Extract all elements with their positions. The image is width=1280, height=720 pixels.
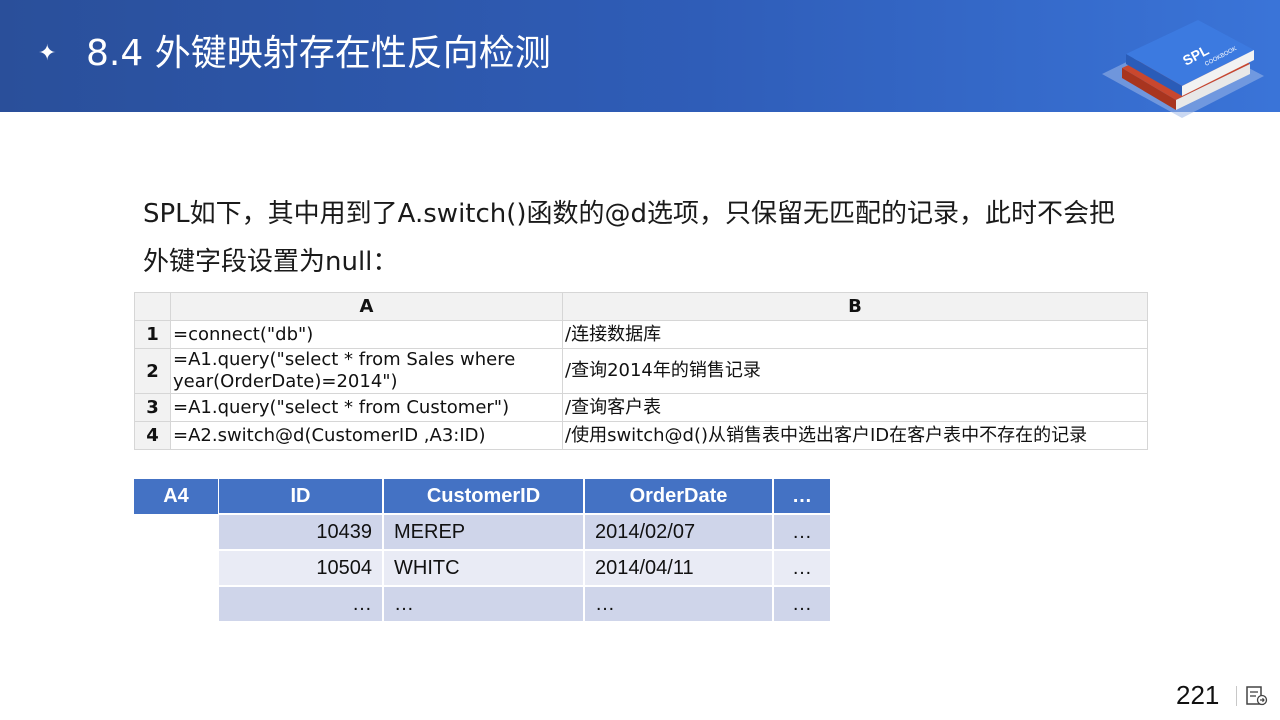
grid-row-number: 3 [134, 393, 171, 422]
page-number: 221 [1176, 680, 1220, 710]
intro-line-1: SPL如下，其中用到了A.switch()函数的@d选项，只保留无匹配的记录，此… [143, 199, 1116, 229]
grid-row: 4 =A2.switch@d(CustomerID ,A3:ID) /使用swi… [134, 421, 1148, 450]
grid-cell-a4[interactable]: =A2.switch@d(CustomerID ,A3:ID) [170, 421, 563, 450]
result-table: ID CustomerID OrderDate … 10439 MEREP 20… [217, 479, 832, 623]
grid-cell-b1[interactable]: /连接数据库 [562, 320, 1148, 349]
slide-title: 8.4 外键映射存在性反向检测 [86, 33, 551, 74]
result-col-header-customerid: CustomerID [384, 479, 583, 515]
grid-corner [134, 292, 171, 321]
grid-row: 1 =connect("db") /连接数据库 [134, 320, 1148, 349]
result-cell: … [384, 587, 583, 623]
result-cell: … [219, 587, 382, 623]
spl-code-grid: A B 1 =connect("db") /连接数据库 2 =A1.query(… [134, 292, 1148, 450]
sparkle-icon: ✦ [38, 41, 57, 66]
grid-cell-a3[interactable]: =A1.query("select * from Customer") [170, 393, 563, 422]
result-col-header-orderdate: OrderDate [585, 479, 772, 515]
grid-cell-b2[interactable]: /查询2014年的销售记录 [562, 348, 1148, 394]
grid-row: 3 =A1.query("select * from Customer") /查… [134, 393, 1148, 422]
grid-cell-a2[interactable]: =A1.query("select * from Sales where yea… [170, 348, 563, 394]
intro-line-2: 外键字段设置为null： [143, 247, 399, 277]
table-row: 10504 WHITC 2014/04/11 … [219, 551, 830, 587]
result-cell: … [585, 587, 772, 623]
result-cell: 10439 [219, 515, 382, 551]
grid-row-number: 1 [134, 320, 171, 349]
slide-menu-icon[interactable] [1246, 686, 1268, 706]
grid-col-header-b: B [562, 292, 1148, 321]
result-label: A4 [134, 479, 218, 514]
result-cell: … [774, 515, 830, 551]
result-cell: 10504 [219, 551, 382, 587]
table-row: 10439 MEREP 2014/02/07 … [219, 515, 830, 551]
grid-cell-a1[interactable]: =connect("db") [170, 320, 563, 349]
grid-row-number: 2 [134, 348, 171, 394]
result-cell: 2014/02/07 [585, 515, 772, 551]
table-row: … … … … [219, 587, 830, 623]
grid-row: 2 =A1.query("select * from Sales where y… [134, 348, 1148, 394]
grid-cell-b4[interactable]: /使用switch@d()从销售表中选出客户ID在客户表中不存在的记录 [562, 421, 1148, 450]
grid-row-number: 4 [134, 421, 171, 450]
result-cell: … [774, 551, 830, 587]
intro-paragraph: SPL如下，其中用到了A.switch()函数的@d选项，只保留无匹配的记录，此… [143, 190, 1143, 286]
result-col-header-more: … [774, 479, 830, 515]
grid-col-header-a: A [170, 292, 563, 321]
footer-divider [1236, 686, 1237, 706]
slide-header: ✦ 8.4 外键映射存在性反向检测 SPL COOKBOOK [0, 0, 1280, 118]
book-logo-icon: SPL COOKBOOK [1102, 20, 1264, 118]
grid-cell-b3[interactable]: /查询客户表 [562, 393, 1148, 422]
result-header-row: ID CustomerID OrderDate … [219, 479, 830, 515]
result-cell: WHITC [384, 551, 583, 587]
result-cell: 2014/04/11 [585, 551, 772, 587]
result-col-header-id: ID [219, 479, 382, 515]
result-cell: MEREP [384, 515, 583, 551]
result-cell: … [774, 587, 830, 623]
